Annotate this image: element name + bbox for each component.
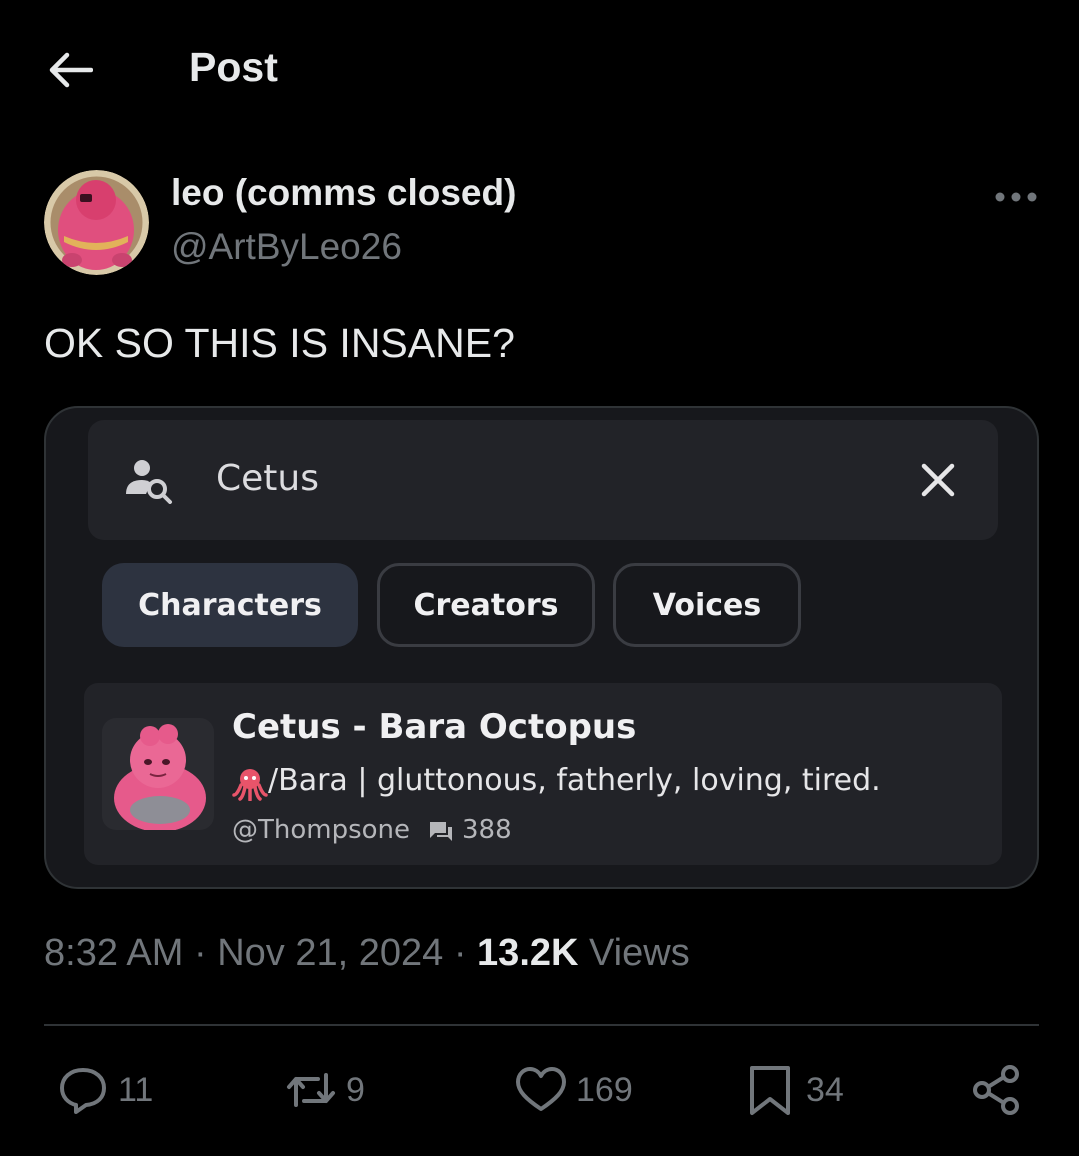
close-icon[interactable] xyxy=(914,456,962,504)
post-image[interactable]: Cetus Characters Creators Voices Cetus -… xyxy=(44,406,1039,889)
like-count: 169 xyxy=(576,1070,633,1109)
post-time[interactable]: 8:32 AM xyxy=(44,932,183,974)
more-options-button[interactable] xyxy=(990,180,1042,214)
search-input[interactable]: Cetus xyxy=(216,458,319,499)
repost-button[interactable]: 9 xyxy=(284,1060,365,1120)
bookmark-count: 34 xyxy=(806,1070,844,1109)
more-horizontal-icon xyxy=(995,192,1037,202)
bookmark-button[interactable]: 34 xyxy=(744,1060,844,1120)
repost-icon xyxy=(287,1073,335,1107)
post-date[interactable]: Nov 21, 2024 xyxy=(217,932,443,974)
bookmark-icon xyxy=(750,1066,790,1115)
reply-icon xyxy=(60,1068,106,1114)
repost-count: 9 xyxy=(346,1070,365,1109)
like-button[interactable]: 169 xyxy=(514,1060,633,1120)
reply-button[interactable]: 11 xyxy=(56,1060,153,1120)
views-label: Views xyxy=(578,932,690,974)
post-meta: 8:32 AM · Nov 21, 2024 · 13.2K Views xyxy=(44,932,690,975)
meta-separator-1: · xyxy=(183,932,218,974)
page-title: Post xyxy=(189,44,278,90)
chat-icon xyxy=(430,822,452,841)
top-bar: Post xyxy=(0,0,1079,140)
octopus-icon xyxy=(232,769,268,801)
creator-handle: @Thompsone xyxy=(232,815,411,845)
author-handle[interactable]: @ArtByLeo26 xyxy=(171,226,402,268)
tab-characters[interactable]: Characters xyxy=(102,563,358,647)
search-bar[interactable]: Cetus xyxy=(88,420,998,540)
tab-creators[interactable]: Creators xyxy=(377,563,595,647)
character-thumbnail xyxy=(102,718,214,830)
meta-separator-2: · xyxy=(443,932,478,974)
divider xyxy=(44,1024,1039,1026)
search-result-card[interactable]: Cetus - Bara Octopus /Bara | gluttonous,… xyxy=(84,683,1002,865)
avatar-image xyxy=(44,170,149,275)
reply-count: 11 xyxy=(118,1070,154,1109)
share-icon xyxy=(973,1065,1019,1115)
avatar[interactable] xyxy=(44,170,149,275)
views-count: 13.2K xyxy=(477,932,579,974)
post-text: OK SO THIS IS INSANE? xyxy=(44,320,515,366)
heart-icon xyxy=(516,1067,566,1111)
author-display-name[interactable]: leo (comms closed) xyxy=(171,172,516,214)
character-name: Cetus - Bara Octopus xyxy=(232,707,637,747)
share-button[interactable] xyxy=(970,1060,1024,1120)
arrow-left-icon xyxy=(49,52,93,88)
tab-voices[interactable]: Voices xyxy=(613,563,801,647)
chat-count: 388 xyxy=(462,815,512,845)
user-search-icon xyxy=(126,460,172,504)
character-description: /Bara | gluttonous, fatherly, loving, ti… xyxy=(268,763,881,798)
back-button[interactable] xyxy=(44,46,96,94)
